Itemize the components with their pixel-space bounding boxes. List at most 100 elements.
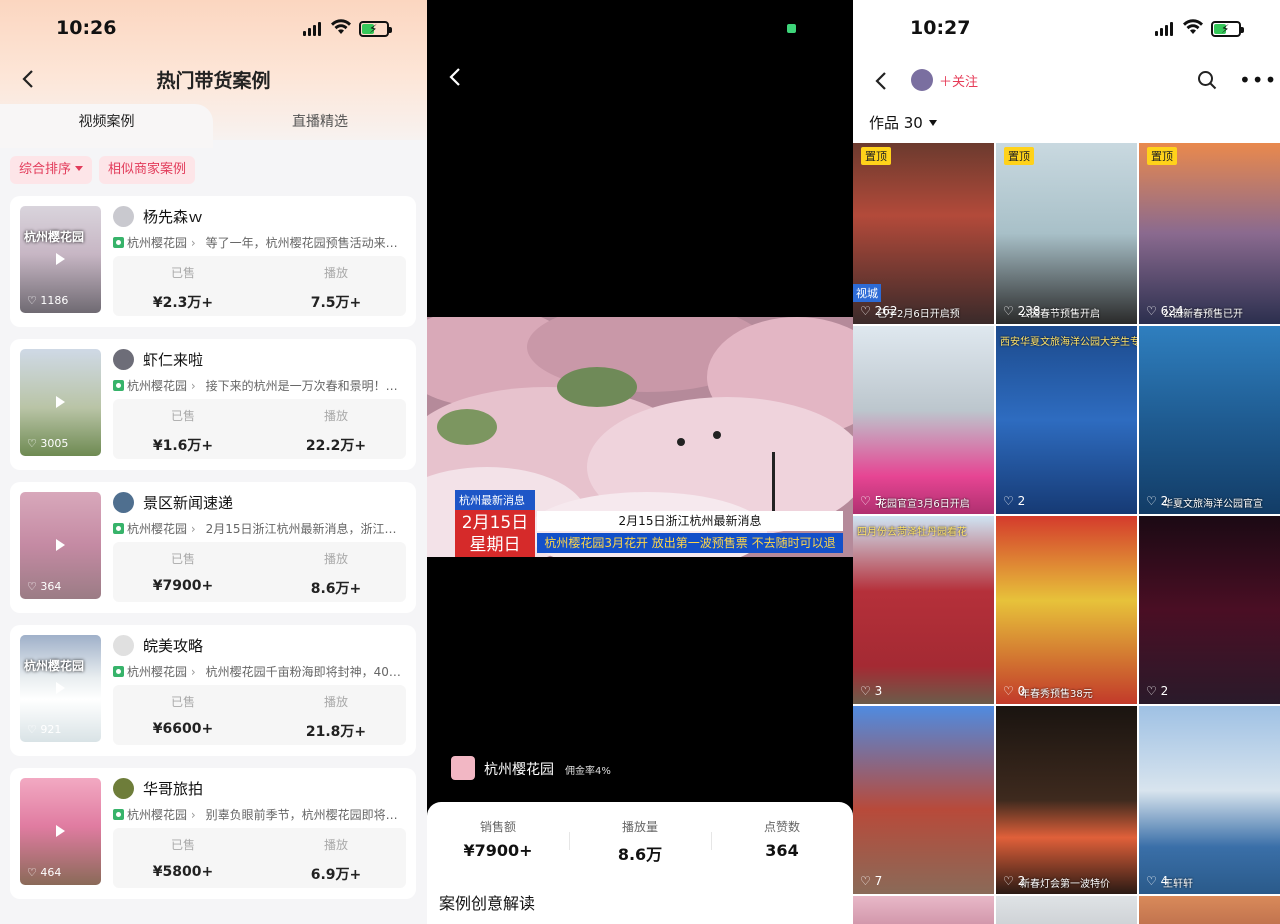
author-name[interactable]: 杨先森ｗ <box>143 206 203 227</box>
location-pin-icon <box>113 809 124 820</box>
stat-value: ¥6600+ <box>152 721 214 737</box>
likes-count: 3 <box>874 684 883 698</box>
work-tile[interactable]: 四月份去菏泽牡丹园看花 ♡ 3 <box>853 516 994 704</box>
work-tile[interactable]: 王轩轩 ♡ 4 <box>1139 706 1280 894</box>
case-thumbnail[interactable]: ♡ 464 <box>20 778 101 885</box>
author-name[interactable]: 虾仁来啦 <box>143 349 203 370</box>
likes-count: 1186 <box>40 294 69 307</box>
work-tile[interactable]: 华夏文旅海洋公园官宣 ♡ 2 <box>1139 326 1280 514</box>
stat-value: ¥5800+ <box>152 864 214 880</box>
location-row[interactable]: 杭州樱花园 › 2月15日浙江杭州最新消息，浙江… <box>113 520 409 537</box>
avatar[interactable] <box>113 492 134 513</box>
works-count: 作品 30 <box>869 114 923 132</box>
video-player[interactable]: 杭州最新消息 2月15日 星期日 2月15日浙江杭州最新消息 杭州樱花园3月花开 … <box>427 317 853 557</box>
location-pin-icon <box>113 666 124 677</box>
works-filter[interactable]: 作品 30 <box>869 112 937 133</box>
avatar[interactable] <box>113 778 134 799</box>
case-card[interactable]: ♡ 3005 虾仁来啦杭州樱花园 › 接下来的杭州是一万次春和景明！… 已售 ¥1.6万… <box>10 339 416 470</box>
chevron-right-icon: › <box>190 236 196 250</box>
location-name: 杭州樱花园 <box>127 236 188 250</box>
stat-value: 8.6万 <box>617 845 663 864</box>
tab-live-picks[interactable]: 直播精选 <box>213 104 427 148</box>
work-tile[interactable]: 置顶 公园春节预售开启 ♡ 238 <box>996 143 1137 324</box>
search-icon[interactable] <box>1197 70 1217 90</box>
shop-name: 杭州樱花园 <box>484 762 554 778</box>
case-thumbnail[interactable]: ♡ 364 <box>20 492 101 599</box>
likes-count: 2 <box>1017 874 1026 888</box>
likes-count: 2 <box>1160 494 1169 508</box>
stats-box: 已售 ¥1.6万+ 播放 22.2万+ <box>113 399 406 459</box>
work-tile[interactable] <box>1139 896 1280 924</box>
stat-label: 播放 <box>323 695 348 709</box>
likes-count: 0 <box>1017 684 1026 698</box>
hot-cases-screen: 10:26 ⚡ 热门带货案例 视频案例 直播精选 综合排序 相似商家案例 杭州樱花… <box>0 0 427 924</box>
location-name: 杭州樱花园 <box>127 808 188 822</box>
news-header: 杭州最新消息 <box>455 490 535 510</box>
likes-count: 238 <box>1017 304 1041 318</box>
stat-value: 8.6万+ <box>310 581 362 597</box>
likes-count: 5 <box>874 494 883 508</box>
work-tile[interactable]: 置顶 公园新春预售已开 ♡ 624 <box>1139 143 1280 324</box>
case-card[interactable]: 杭州樱花园 ♡ 921 皖美攻略杭州樱花园 › 杭州樱花园千亩粉海即将封神，40… 已售… <box>10 625 416 756</box>
work-tile[interactable]: 花园官宣3月6日开启 ♡ 5 <box>853 326 994 514</box>
ticker-top: 2月15日浙江杭州最新消息 <box>537 511 843 531</box>
stat-value: 7.5万+ <box>310 295 362 311</box>
video-description: 等了一年，杭州樱花园预售活动来… <box>205 236 398 250</box>
work-tile[interactable] <box>996 896 1137 924</box>
more-options-icon[interactable]: ••• <box>1239 70 1277 90</box>
tab-bar: 视频案例 直播精选 <box>0 104 427 148</box>
video-description: 接下来的杭州是一万次春和景明！… <box>205 379 398 393</box>
follow-button[interactable]: ＋关注 <box>939 71 978 90</box>
stat-label: 已售 <box>170 266 195 280</box>
signal-icon <box>303 22 325 36</box>
location-row[interactable]: 杭州樱花园 › 别辜负眼前季节，杭州樱花园即将… <box>113 806 409 823</box>
back-arrow-icon[interactable] <box>871 70 893 92</box>
avatar[interactable] <box>113 635 134 656</box>
location-row[interactable]: 杭州樱花园 › 接下来的杭州是一万次春和景明！… <box>113 377 409 394</box>
work-tile[interactable] <box>853 896 994 924</box>
work-tile[interactable]: 置顶 视城 已于2月6日开启预 ♡ 262 <box>853 143 994 324</box>
case-list: 杭州樱花园 ♡ 1186 杨先森ｗ 杭州樱花园 › 等了一年，杭州樱花园预售活动来… 已售… <box>10 196 416 911</box>
stat-value: ¥1.6万+ <box>152 438 214 454</box>
work-tile[interactable]: ♡ 2 <box>1139 516 1280 704</box>
location-pin-icon <box>113 237 124 248</box>
similar-merchants-chip[interactable]: 相似商家案例 <box>99 156 196 184</box>
work-tile[interactable]: 年春秀预售38元 ♡ 0 <box>996 516 1137 704</box>
thumb-likes: ♡ 3005 <box>27 437 69 450</box>
case-thumbnail[interactable]: ♡ 3005 <box>20 349 101 456</box>
battery-icon: ⚡ <box>359 21 392 37</box>
location-pin-icon <box>113 523 124 534</box>
stat-label: 已售 <box>170 409 195 423</box>
sort-dropdown[interactable]: 综合排序 <box>10 156 93 184</box>
back-arrow-icon[interactable] <box>445 66 467 88</box>
author-name[interactable]: 景区新闻速递 <box>143 492 233 513</box>
stat-value: 22.2万+ <box>305 438 367 454</box>
video-description: 杭州樱花园千亩粉海即将封神，40… <box>205 665 401 679</box>
case-thumbnail[interactable]: 杭州樱花园 ♡ 1186 <box>20 206 101 313</box>
avatar[interactable] <box>911 69 933 91</box>
case-card[interactable]: 杭州樱花园 ♡ 1186 杨先森ｗ 杭州樱花园 › 等了一年，杭州樱花园预售活动来… 已售… <box>10 196 416 327</box>
tile-likes: ♡ 2 <box>1003 874 1026 888</box>
work-tile[interactable]: 西安华夏文旅海洋公园大学生专享双人票 ♡ 2 <box>996 326 1137 514</box>
location-row[interactable]: 杭州樱花园 › 等了一年，杭州樱花园预售活动来… <box>113 234 409 251</box>
avatar[interactable] <box>113 349 134 370</box>
work-tile[interactable]: ♡ 7 <box>853 706 994 894</box>
news-date-text: 2月15日 <box>461 513 529 533</box>
author-name[interactable]: 皖美攻略 <box>143 635 203 656</box>
location-row[interactable]: 杭州樱花园 › 杭州樱花园千亩粉海即将封神，40… <box>113 663 409 680</box>
stat-likes: 点赞数 364 <box>711 818 853 860</box>
case-card[interactable]: ♡ 364 景区新闻速递 杭州樱花园 › 2月15日浙江杭州最新消息，浙江… 已售 ¥79… <box>10 482 416 613</box>
dropdown-triangle-icon <box>928 120 937 126</box>
stat-label: 播放 <box>323 409 348 423</box>
likes-count: 464 <box>40 866 62 879</box>
likes-count: 2 <box>1017 494 1026 508</box>
avatar[interactable] <box>113 206 134 227</box>
stat-label: 播放 <box>323 266 348 280</box>
stat-label: 已售 <box>170 695 195 709</box>
work-tile[interactable]: 新春灯会第一波特价 ♡ 2 <box>996 706 1137 894</box>
stat-sold: 已售 ¥6600+ <box>123 693 243 737</box>
author-name[interactable]: 华哥旅拍 <box>143 778 203 799</box>
tab-video-cases[interactable]: 视频案例 <box>0 104 213 148</box>
case-card[interactable]: ♡ 464 华哥旅拍 杭州樱花园 › 别辜负眼前季节，杭州樱花园即将… 已售 ¥5800+… <box>10 768 416 899</box>
case-thumbnail[interactable]: 杭州樱花园 ♡ 921 <box>20 635 101 742</box>
